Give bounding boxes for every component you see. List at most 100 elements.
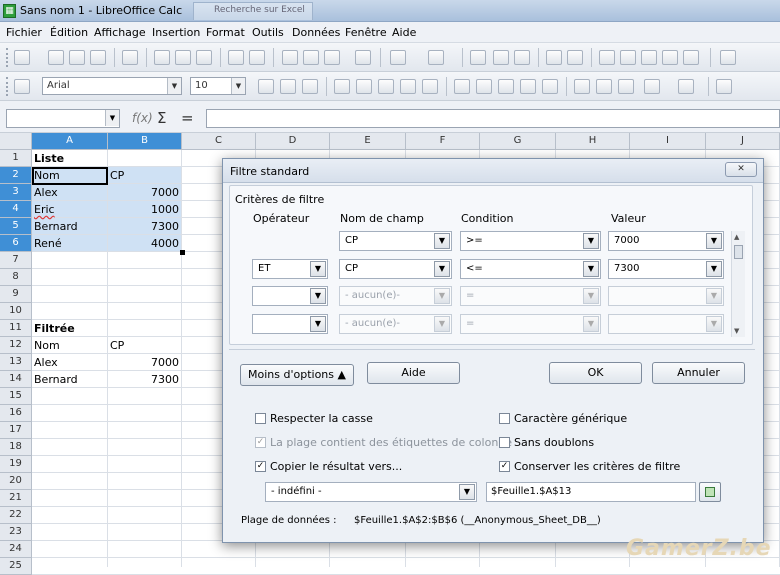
column-header-e[interactable]: E [330, 133, 406, 150]
open-icon[interactable] [48, 50, 64, 65]
chevron-down-icon[interactable]: ▼ [105, 110, 119, 126]
row-header-10[interactable]: 10 [0, 303, 32, 320]
row-header-15[interactable]: 15 [0, 388, 32, 405]
criteria-1-condition-select[interactable]: >= ▼ [460, 231, 601, 251]
chevron-down-icon[interactable]: ▼ [310, 316, 326, 332]
close-icon[interactable]: ✕ [725, 162, 757, 177]
menu-fichier[interactable]: Fichier [6, 26, 42, 39]
copy-target-input[interactable]: $Feuille1.$A$13 [486, 482, 696, 502]
case-sensitive-checkbox[interactable] [255, 413, 266, 424]
menu-format[interactable]: Format [206, 26, 245, 39]
copy-target-select[interactable]: - indéfini - ▼ [265, 482, 477, 502]
row-header-11[interactable]: 11 [0, 320, 32, 337]
cell-b5[interactable]: 7300 [108, 218, 179, 235]
column-header-g[interactable]: G [480, 133, 556, 150]
email-icon[interactable] [90, 50, 106, 65]
cell-b3[interactable]: 7000 [108, 184, 179, 201]
justify-icon[interactable] [400, 79, 416, 94]
criteria-2-operator-select[interactable]: ET ▼ [252, 259, 328, 279]
undo-icon[interactable] [390, 50, 406, 65]
column-header-c[interactable]: C [182, 133, 256, 150]
formula-input[interactable] [206, 109, 780, 128]
column-header-b[interactable]: B [108, 133, 182, 150]
toggle-grid-icon[interactable] [716, 79, 732, 94]
redo-icon[interactable] [428, 50, 444, 65]
scroll-up-icon[interactable]: ▲ [734, 233, 739, 241]
row-header-6[interactable]: 6 [0, 235, 32, 252]
menu-insertion[interactable]: Insertion [152, 26, 200, 39]
cell-a13[interactable]: Alex [34, 354, 58, 371]
column-header-a[interactable]: A [32, 133, 108, 150]
chevron-down-icon[interactable]: ▼ [434, 261, 450, 277]
help-button[interactable]: Aide [367, 362, 460, 384]
chevron-down-icon[interactable]: ▼ [706, 261, 722, 277]
no-duplicates-checkbox[interactable] [499, 437, 510, 448]
menu-donnees[interactable]: Données [292, 26, 340, 39]
row-header-7[interactable]: 7 [0, 252, 32, 269]
criteria-1-field-select[interactable]: CP ▼ [339, 231, 452, 251]
criteria-2-field-select[interactable]: CP ▼ [339, 259, 452, 279]
underline-icon[interactable] [302, 79, 318, 94]
browser-tab[interactable]: Recherche sur Excel [193, 2, 313, 20]
cut-icon[interactable] [282, 50, 298, 65]
column-header-i[interactable]: I [630, 133, 706, 150]
row-header-21[interactable]: 21 [0, 490, 32, 507]
menu-fenetre[interactable]: Fenêtre [345, 26, 387, 39]
copy-results-checkbox[interactable]: ✓ [255, 461, 266, 472]
chevron-down-icon[interactable]: ▼ [434, 233, 450, 249]
delete-decimal-icon[interactable] [542, 79, 558, 94]
row-header-17[interactable]: 17 [0, 422, 32, 439]
criteria-1-value-select[interactable]: 7000 ▼ [608, 231, 724, 251]
column-header-d[interactable]: D [256, 133, 330, 150]
print-preview-icon[interactable] [196, 50, 212, 65]
row-header-22[interactable]: 22 [0, 507, 32, 524]
copy-icon[interactable] [303, 50, 319, 65]
ok-button[interactable]: OK [549, 362, 642, 384]
cell-b6[interactable]: 4000 [108, 235, 179, 252]
row-header-19[interactable]: 19 [0, 456, 32, 473]
cell-a11[interactable]: Filtrée [34, 320, 75, 337]
row-header-12[interactable]: 12 [0, 337, 32, 354]
print-icon[interactable] [175, 50, 191, 65]
column-header-j[interactable]: J [706, 133, 780, 150]
toolbar-grip[interactable] [6, 48, 10, 67]
regex-checkbox[interactable] [499, 413, 510, 424]
keep-criteria-checkbox[interactable]: ✓ [499, 461, 510, 472]
chevron-down-icon[interactable]: ▼ [706, 233, 722, 249]
font-color-icon[interactable] [678, 79, 694, 94]
increase-indent-icon[interactable] [596, 79, 612, 94]
merge-cells-icon[interactable] [422, 79, 438, 94]
menu-aide[interactable]: Aide [392, 26, 416, 39]
menu-outils[interactable]: Outils [252, 26, 284, 39]
spellcheck-icon[interactable] [228, 50, 244, 65]
italic-icon[interactable] [280, 79, 296, 94]
scroll-down-icon[interactable]: ▼ [734, 327, 739, 335]
paste-icon[interactable] [324, 50, 340, 65]
cell-b12[interactable]: CP [110, 337, 124, 354]
row-header-4[interactable]: 4 [0, 201, 32, 218]
formula-icon[interactable]: = [181, 109, 194, 127]
chevron-down-icon[interactable]: ▼ [583, 261, 599, 277]
less-options-button[interactable]: Moins d'options ▲ [240, 364, 354, 386]
row-header-5[interactable]: 5 [0, 218, 32, 235]
clone-format-icon[interactable] [355, 50, 371, 65]
number-format-icon[interactable] [498, 79, 514, 94]
criteria-4-operator-select[interactable]: ▼ [252, 314, 328, 334]
row-header-24[interactable]: 24 [0, 541, 32, 558]
cell-b14[interactable]: 7300 [108, 371, 179, 388]
column-header-f[interactable]: F [406, 133, 480, 150]
cell-b2[interactable]: CP [110, 167, 124, 184]
menu-edition[interactable]: Édition [50, 26, 88, 39]
cell-b4[interactable]: 1000 [108, 201, 179, 218]
zoom-icon[interactable] [683, 50, 699, 65]
row-header-2[interactable]: 2 [0, 167, 32, 184]
gallery-icon[interactable] [620, 50, 636, 65]
align-right-icon[interactable] [378, 79, 394, 94]
cell-b13[interactable]: 7000 [108, 354, 179, 371]
row-header-3[interactable]: 3 [0, 184, 32, 201]
row-header-23[interactable]: 23 [0, 524, 32, 541]
toolbar-grip[interactable] [6, 77, 10, 96]
row-header-9[interactable]: 9 [0, 286, 32, 303]
borders-icon[interactable] [618, 79, 634, 94]
chevron-down-icon[interactable]: ▼ [231, 78, 245, 94]
